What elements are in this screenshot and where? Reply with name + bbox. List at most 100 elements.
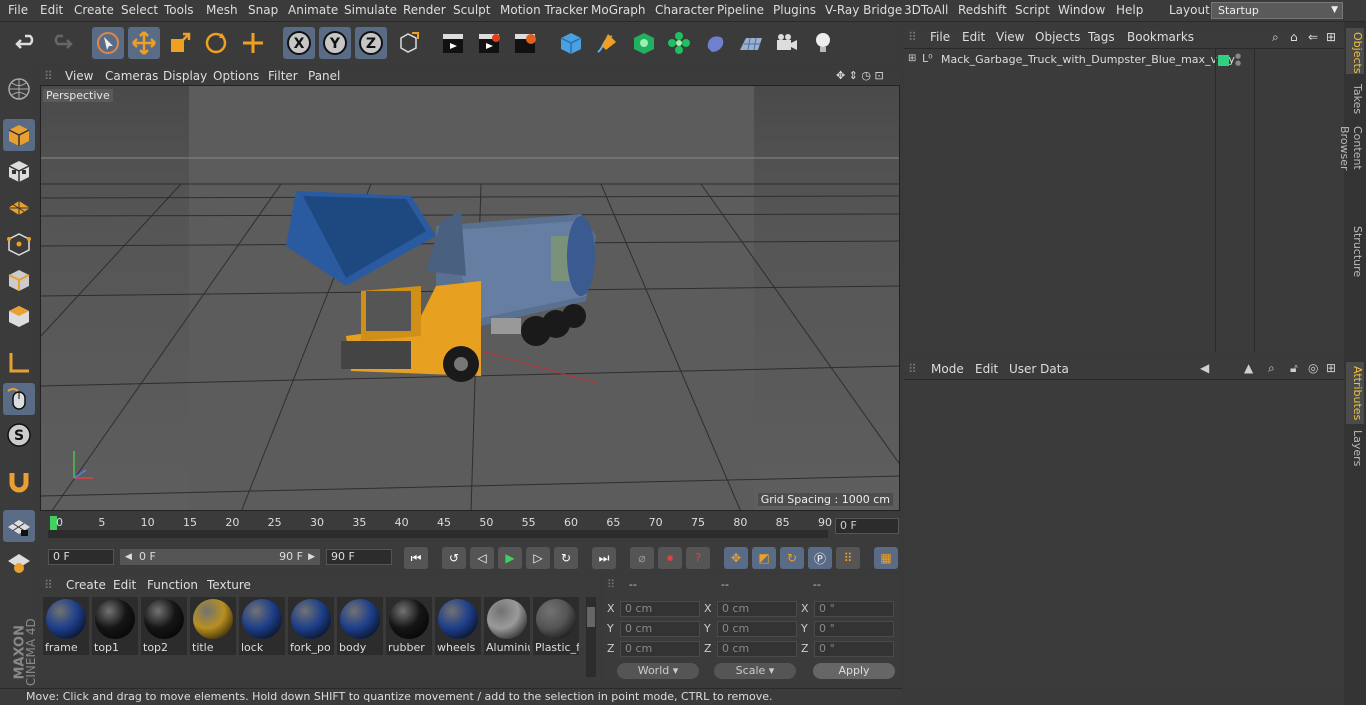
floor-button[interactable] — [735, 27, 767, 59]
back-arrow-icon[interactable]: ◀ — [1200, 361, 1209, 375]
material-menu-edit[interactable]: Edit — [113, 578, 136, 592]
end-frame-field[interactable]: 90 F — [326, 549, 392, 565]
menu-redshift[interactable]: Redshift — [958, 3, 1007, 17]
coordinate-field[interactable]: 0 cm — [717, 601, 797, 617]
current-frame-field[interactable]: 0 F — [835, 518, 899, 534]
object-menu-objects[interactable]: Objects — [1035, 30, 1080, 44]
next-key-button[interactable]: ↻ — [554, 547, 578, 569]
y-axis-button[interactable]: Y — [319, 27, 351, 59]
viewport-nav-icons[interactable]: ✥ ⇕ ◷ ⊡ — [836, 69, 884, 82]
viewport-menu-options[interactable]: Options — [213, 69, 259, 83]
key-rotation-button[interactable]: ↻ — [780, 547, 804, 569]
light-button[interactable] — [807, 27, 839, 59]
object-menu-edit[interactable]: Edit — [962, 30, 985, 44]
menu-render[interactable]: Render — [403, 3, 446, 17]
coordinate-field[interactable]: 0 cm — [717, 641, 797, 657]
target-icon[interactable]: ◎ — [1308, 361, 1318, 375]
attributes-menu-user-data[interactable]: User Data — [1009, 362, 1069, 376]
viewport-menu-filter[interactable]: Filter — [268, 69, 298, 83]
material-scrollbar[interactable] — [586, 597, 596, 677]
layout-select[interactable]: Startup ▼ — [1211, 2, 1343, 19]
menu-character[interactable]: Character — [655, 3, 714, 17]
edges-mode-button[interactable] — [3, 264, 35, 296]
subdivision-button[interactable] — [628, 27, 660, 59]
menu-vray-bridge[interactable]: V-Ray Bridge — [825, 3, 902, 17]
material-swatch[interactable]: top1 — [92, 597, 138, 655]
menu-pipeline[interactable]: Pipeline — [717, 3, 764, 17]
coordinate-field[interactable]: 0 cm — [620, 621, 700, 637]
perspective-viewport[interactable]: Perspective Grid Spacing : 1000 cm — [40, 85, 900, 511]
object-menu-tags[interactable]: Tags — [1088, 30, 1115, 44]
material-swatch[interactable]: top2 — [141, 597, 187, 655]
lock-icon[interactable]: 🔓︎ — [1290, 361, 1298, 376]
viewport-menu-view[interactable]: View — [65, 69, 93, 83]
expand-tree-icon[interactable]: ⊞ — [908, 53, 916, 64]
object-menu-bookmarks[interactable]: Bookmarks — [1127, 30, 1194, 44]
enable-snap-button[interactable] — [3, 510, 35, 542]
play-button[interactable]: ▶ — [498, 547, 522, 569]
key-parameter-button[interactable]: Ⓟ — [808, 547, 832, 569]
coordinate-field[interactable]: 0 ° — [814, 621, 894, 637]
tweak-mode-button[interactable] — [3, 383, 35, 415]
expand-icon[interactable]: ⊞ — [1326, 361, 1336, 375]
material-swatch[interactable]: rubber — [386, 597, 432, 655]
material-menu-function[interactable]: Function — [147, 578, 198, 592]
camera-button[interactable] — [771, 27, 803, 59]
previous-key-button[interactable]: ↺ — [442, 547, 466, 569]
cloner-button[interactable] — [663, 27, 695, 59]
start-frame-field[interactable]: 0 F — [48, 549, 114, 565]
material-swatch[interactable]: fork_po — [288, 597, 334, 655]
viewport-menu-display[interactable]: Display — [163, 69, 207, 83]
material-swatch[interactable]: frame — [43, 597, 89, 655]
menu-motion-tracker[interactable]: Motion Tracker — [500, 3, 588, 17]
material-swatch[interactable]: Plastic_f — [533, 597, 579, 655]
render-to-picture-viewer-button[interactable] — [473, 27, 505, 59]
redo-button[interactable] — [46, 27, 78, 59]
coordinate-field[interactable]: 0 cm — [717, 621, 797, 637]
autokeying-button[interactable]: ⏺ — [658, 547, 682, 569]
search-icon[interactable]: ⌕ — [1272, 30, 1279, 45]
tab-takes[interactable]: Takes — [1346, 80, 1364, 116]
menu-script[interactable]: Script — [1015, 3, 1050, 17]
tab-structure[interactable]: Structure — [1346, 222, 1364, 277]
menu-window[interactable]: Window — [1058, 3, 1105, 17]
scale-select[interactable]: Scale ▾ — [714, 663, 796, 679]
layer-color-tag[interactable] — [1218, 55, 1229, 66]
go-to-start-button[interactable]: ⏮ — [404, 547, 428, 569]
model-mode-button[interactable] — [3, 119, 35, 151]
render-view-button[interactable] — [437, 27, 469, 59]
key-scale-button[interactable]: ◩ — [752, 547, 776, 569]
rotate-tool-button[interactable] — [200, 27, 232, 59]
object-menu-view[interactable]: View — [996, 30, 1024, 44]
snap-button[interactable] — [3, 466, 35, 498]
texture-mode-button[interactable] — [3, 155, 35, 187]
search-icon[interactable]: ⌕ — [1268, 361, 1275, 376]
object-name[interactable]: Mack_Garbage_Truck_with_Dumpster_Blue_ma… — [941, 53, 1235, 66]
timeline-ruler[interactable]: 0 5 10 15 20 25 30 35 40 45 50 55 60 65 70 75 80 85 90 0 F — [40, 512, 900, 544]
menu-tools[interactable]: Tools — [164, 3, 194, 17]
recent-tool-button[interactable] — [237, 27, 269, 59]
coordinate-field[interactable]: 0 ° — [814, 601, 894, 617]
menu-plugins[interactable]: Plugins — [773, 3, 816, 17]
pen-spline-button[interactable] — [591, 27, 623, 59]
menu-create[interactable]: Create — [74, 3, 114, 17]
menu-sculpt[interactable]: Sculpt — [453, 3, 490, 17]
material-swatch[interactable]: title — [190, 597, 236, 655]
menu-help[interactable]: Help — [1116, 3, 1143, 17]
preview-range-slider[interactable]: ◀ 0 F 90 F ▶ — [120, 549, 320, 565]
next-frame-button[interactable]: ▷ — [526, 547, 550, 569]
menu-mograph[interactable]: MoGraph — [591, 3, 646, 17]
menu-snap[interactable]: Snap — [248, 3, 278, 17]
tab-attributes[interactable]: Attributes — [1346, 362, 1364, 424]
attributes-menu-edit[interactable]: Edit — [975, 362, 998, 376]
x-axis-button[interactable]: X — [283, 27, 315, 59]
scale-tool-button[interactable] — [164, 27, 196, 59]
coordinate-field[interactable]: 0 cm — [620, 641, 700, 657]
axis-mode-button[interactable] — [3, 347, 35, 379]
deformer-button[interactable] — [699, 27, 731, 59]
z-axis-button[interactable]: Z — [355, 27, 387, 59]
menu-simulate[interactable]: Simulate — [344, 3, 397, 17]
coordinate-field[interactable]: 0 cm — [620, 601, 700, 617]
menu-animate[interactable]: Animate — [288, 3, 338, 17]
tab-layers[interactable]: Layers — [1346, 426, 1364, 466]
